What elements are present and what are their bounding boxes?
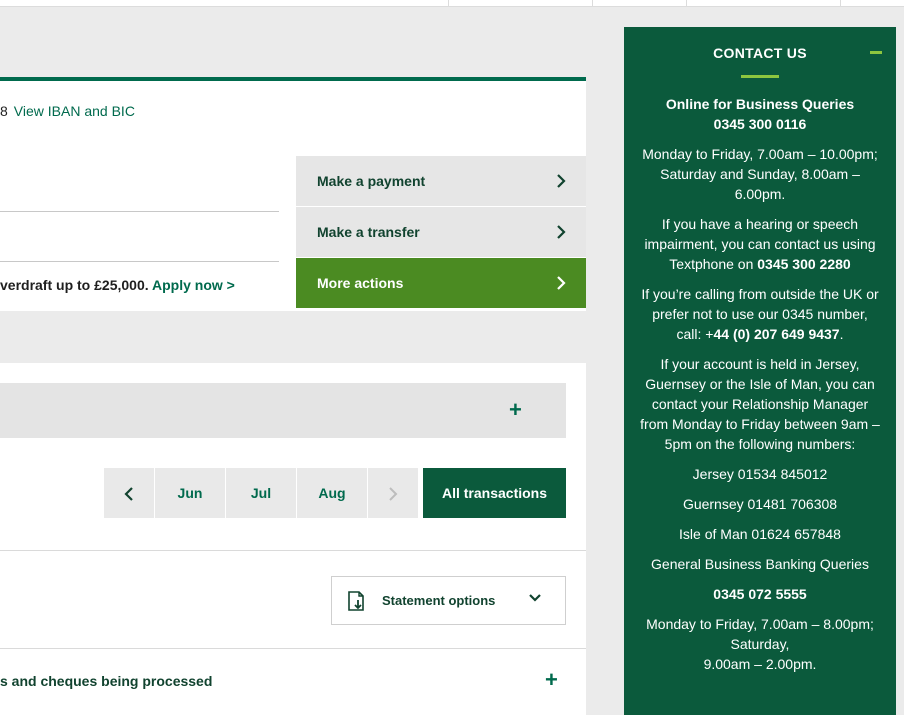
all-transactions-button[interactable]: All transactions	[423, 468, 566, 518]
minus-icon[interactable]	[870, 51, 882, 54]
make-payment-label: Make a payment	[317, 173, 426, 189]
textphone-number: 0345 300 2280	[757, 256, 851, 272]
plus-icon[interactable]: +	[545, 667, 558, 693]
chevron-down-icon	[528, 591, 542, 610]
chevron-right-icon	[389, 487, 398, 502]
general-saturday-label: Saturday,	[730, 636, 790, 652]
nav-separator	[448, 0, 449, 6]
divider	[0, 261, 279, 262]
chevron-right-icon	[556, 207, 566, 257]
pending-transactions-heading[interactable]: s and cheques being processed	[0, 673, 212, 689]
chevron-right-icon	[556, 258, 566, 308]
contact-us-title: CONTACT US	[713, 45, 807, 61]
transactions-section: + Jun Jul Aug All transactions Statement…	[0, 363, 586, 715]
general-weekday-hours: Monday to Friday, 7.00am – 8.00pm;	[646, 616, 874, 632]
previous-month-button[interactable]	[104, 468, 154, 518]
iban-row: 8 View IBAN and BIC	[0, 103, 135, 119]
promo-text: verdraft up to £25,000.	[0, 277, 149, 293]
general-saturday-hours: 9.00am – 2.00pm.	[703, 656, 817, 672]
online-queries-heading: Online for Business Queries	[665, 96, 855, 112]
make-payment-button[interactable]: Make a payment	[296, 156, 586, 206]
month-tab-jul[interactable]: Jul	[226, 468, 296, 518]
online-queries-number: 0345 300 0116	[713, 116, 807, 132]
international-number: 44 (0) 207 649 9437	[713, 326, 840, 342]
make-transfer-button[interactable]: Make a transfer	[296, 207, 586, 257]
chevron-right-icon	[556, 156, 566, 206]
divider	[0, 648, 586, 649]
contact-us-panel: CONTACT US Online for Business Queries 0…	[624, 27, 896, 715]
divider	[0, 550, 586, 551]
more-actions-label: More actions	[317, 275, 404, 291]
nav-separator	[592, 0, 593, 6]
weekend-hours: Saturday and Sunday, 8.00am – 6.00pm.	[660, 166, 860, 202]
overdraft-promo: verdraft up to £25,000. Apply now >	[0, 277, 235, 293]
statement-options-dropdown[interactable]: Statement options	[331, 576, 566, 625]
guernsey-number: Guernsey 01481 706308	[682, 496, 838, 512]
weekday-hours: Monday to Friday, 7.00am – 10.00pm;	[642, 146, 878, 162]
document-download-icon	[345, 589, 369, 613]
month-tab-aug[interactable]: Aug	[297, 468, 367, 518]
general-queries-number: 0345 072 5555	[713, 586, 807, 602]
isle-of-man-number: Isle of Man 01624 657848	[679, 526, 841, 542]
nav-separator	[840, 0, 841, 6]
jersey-number: Jersey 01534 845012	[692, 466, 828, 482]
expandable-panel[interactable]: +	[0, 383, 566, 438]
account-number-fragment: 8	[0, 103, 8, 119]
month-tab-jun[interactable]: Jun	[155, 468, 225, 518]
account-summary-card: 8 View IBAN and BIC verdraft up to £25,00…	[0, 77, 586, 311]
statement-options-label: Statement options	[382, 593, 496, 608]
divider	[0, 211, 279, 212]
plus-icon[interactable]: +	[509, 397, 522, 423]
crown-dependencies-info: If your account is held in Jersey, Guern…	[640, 356, 880, 452]
chevron-left-icon	[124, 487, 133, 502]
view-iban-link[interactable]: View IBAN and BIC	[14, 103, 135, 119]
nav-separator	[686, 0, 687, 6]
general-queries-heading: General Business Banking Queries	[651, 556, 869, 572]
more-actions-button[interactable]: More actions	[296, 258, 586, 308]
next-month-button[interactable]	[368, 468, 418, 518]
top-navigation-bar	[0, 0, 904, 7]
contact-details: Online for Business Queries 0345 300 011…	[638, 94, 882, 684]
title-accent-line	[741, 75, 779, 78]
apply-now-link[interactable]: Apply now >	[152, 277, 235, 293]
make-transfer-label: Make a transfer	[317, 224, 420, 240]
